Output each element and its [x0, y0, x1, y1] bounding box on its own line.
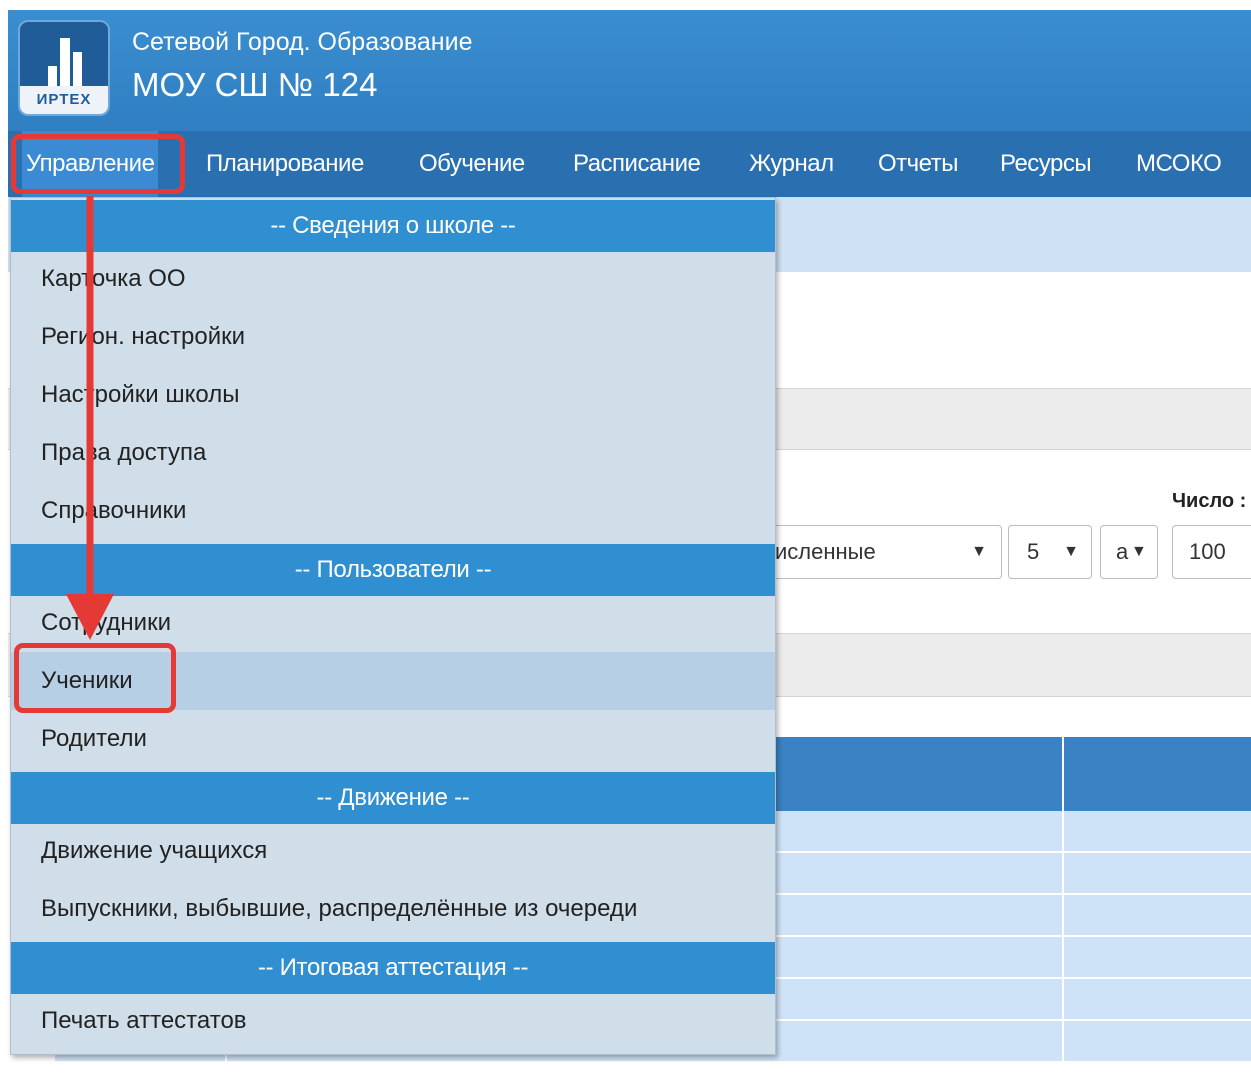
arrow-head [66, 594, 114, 640]
annotation-arrow-icon [66, 196, 114, 640]
